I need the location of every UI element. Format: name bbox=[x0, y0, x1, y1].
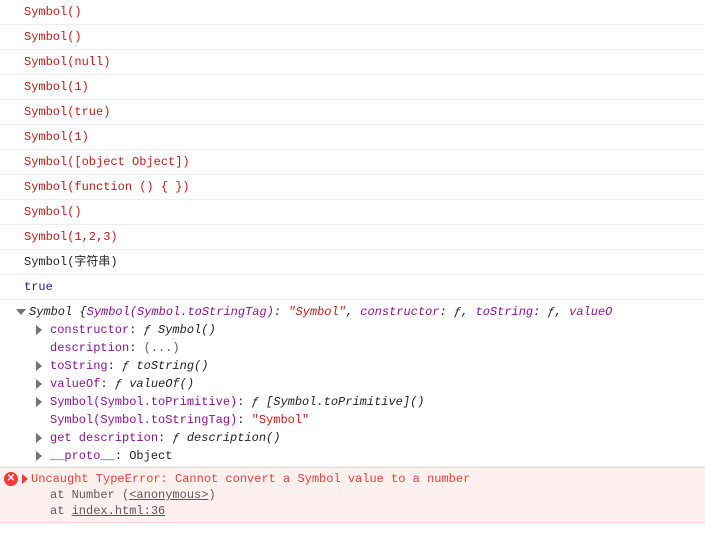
summary-key: toString bbox=[476, 305, 534, 319]
object-property[interactable]: description: (...) bbox=[30, 339, 699, 357]
summary-key: valueO bbox=[569, 305, 612, 319]
stack-link[interactable]: index.html:36 bbox=[72, 504, 166, 518]
console-log-line[interactable]: Symbol() bbox=[0, 25, 705, 50]
property-key: get description bbox=[50, 431, 158, 445]
property-key: valueOf bbox=[50, 377, 100, 391]
property-value: toString() bbox=[136, 359, 208, 373]
property-value: description() bbox=[187, 431, 281, 445]
console-log-line[interactable]: Symbol() bbox=[0, 0, 705, 25]
property-value: valueOf() bbox=[129, 377, 194, 391]
object-properties: constructor: ƒ Symbol()description: (...… bbox=[16, 321, 699, 465]
disclosure-triangle-right-icon[interactable] bbox=[36, 325, 42, 335]
console-log-list: Symbol()Symbol()Symbol(null)Symbol(1)Sym… bbox=[0, 0, 705, 300]
console-log-line[interactable]: Symbol(1) bbox=[0, 75, 705, 100]
object-property[interactable]: get description: ƒ description() bbox=[30, 429, 699, 447]
object-summary[interactable]: Symbol {Symbol(Symbol.toStringTag): "Sym… bbox=[16, 303, 699, 321]
property-value: "Symbol" bbox=[252, 413, 310, 427]
property-key: Symbol(Symbol.toPrimitive) bbox=[50, 395, 237, 409]
object-property[interactable]: Symbol(Symbol.toStringTag): "Symbol" bbox=[30, 411, 699, 429]
summary-value: ƒ bbox=[548, 305, 555, 319]
disclosure-triangle-right-icon[interactable] bbox=[36, 433, 42, 443]
property-value: [Symbol.toPrimitive]() bbox=[266, 395, 424, 409]
property-value: Symbol() bbox=[158, 323, 216, 337]
console-log-line[interactable]: Symbol([object Object]) bbox=[0, 150, 705, 175]
error-stack-line: at index.html:36 bbox=[22, 503, 699, 519]
disclosure-triangle-right-icon[interactable] bbox=[36, 379, 42, 389]
console-log-line[interactable]: Symbol() bbox=[0, 200, 705, 225]
error-message: Uncaught TypeError: Cannot convert a Sym… bbox=[31, 472, 470, 486]
console-log-line[interactable]: true bbox=[0, 275, 705, 300]
property-key: Symbol(Symbol.toStringTag) bbox=[50, 413, 237, 427]
disclosure-triangle-right-icon[interactable] bbox=[36, 451, 42, 461]
summary-key: constructor bbox=[360, 305, 439, 319]
disclosure-triangle-right-icon[interactable] bbox=[36, 397, 42, 407]
brace-open: { bbox=[72, 305, 86, 319]
property-key: constructor bbox=[50, 323, 129, 337]
property-key: toString bbox=[50, 359, 108, 373]
console-log-line[interactable]: Symbol(1,2,3) bbox=[0, 225, 705, 250]
property-value: (...) bbox=[144, 341, 180, 355]
console-error[interactable]: ✕ Uncaught TypeError: Cannot convert a S… bbox=[0, 467, 705, 523]
object-property[interactable]: Symbol(Symbol.toPrimitive): ƒ [Symbol.to… bbox=[30, 393, 699, 411]
object-property[interactable]: toString: ƒ toString() bbox=[30, 357, 699, 375]
property-key: __proto__ bbox=[50, 449, 115, 463]
console-log-line[interactable]: Symbol(function () { }) bbox=[0, 175, 705, 200]
error-icon: ✕ bbox=[4, 472, 18, 486]
object-property[interactable]: constructor: ƒ Symbol() bbox=[30, 321, 699, 339]
disclosure-triangle-right-icon[interactable] bbox=[22, 474, 28, 484]
console-log-line[interactable]: Symbol(1) bbox=[0, 125, 705, 150]
summary-key: Symbol(Symbol.toStringTag) bbox=[87, 305, 274, 319]
disclosure-triangle-down-icon[interactable] bbox=[16, 309, 26, 315]
disclosure-triangle-right-icon[interactable] bbox=[36, 361, 42, 371]
summary-value: "Symbol" bbox=[288, 305, 346, 319]
property-value: Object bbox=[129, 449, 172, 463]
object-property[interactable]: valueOf: ƒ valueOf() bbox=[30, 375, 699, 393]
error-stack-line: at Number (<anonymous>) bbox=[22, 487, 699, 503]
stack-link[interactable]: <anonymous> bbox=[129, 488, 208, 502]
console-log-line[interactable]: Symbol(null) bbox=[0, 50, 705, 75]
object-property[interactable]: __proto__: Object bbox=[30, 447, 699, 465]
console-log-line[interactable]: Symbol(true) bbox=[0, 100, 705, 125]
object-name: Symbol bbox=[29, 305, 72, 319]
property-key: description bbox=[50, 341, 129, 355]
console-log-line[interactable]: Symbol(字符串) bbox=[0, 250, 705, 275]
console-object-expanded[interactable]: Symbol { Symbol(Symbol.toStringTag): "Sym… bbox=[0, 300, 705, 467]
